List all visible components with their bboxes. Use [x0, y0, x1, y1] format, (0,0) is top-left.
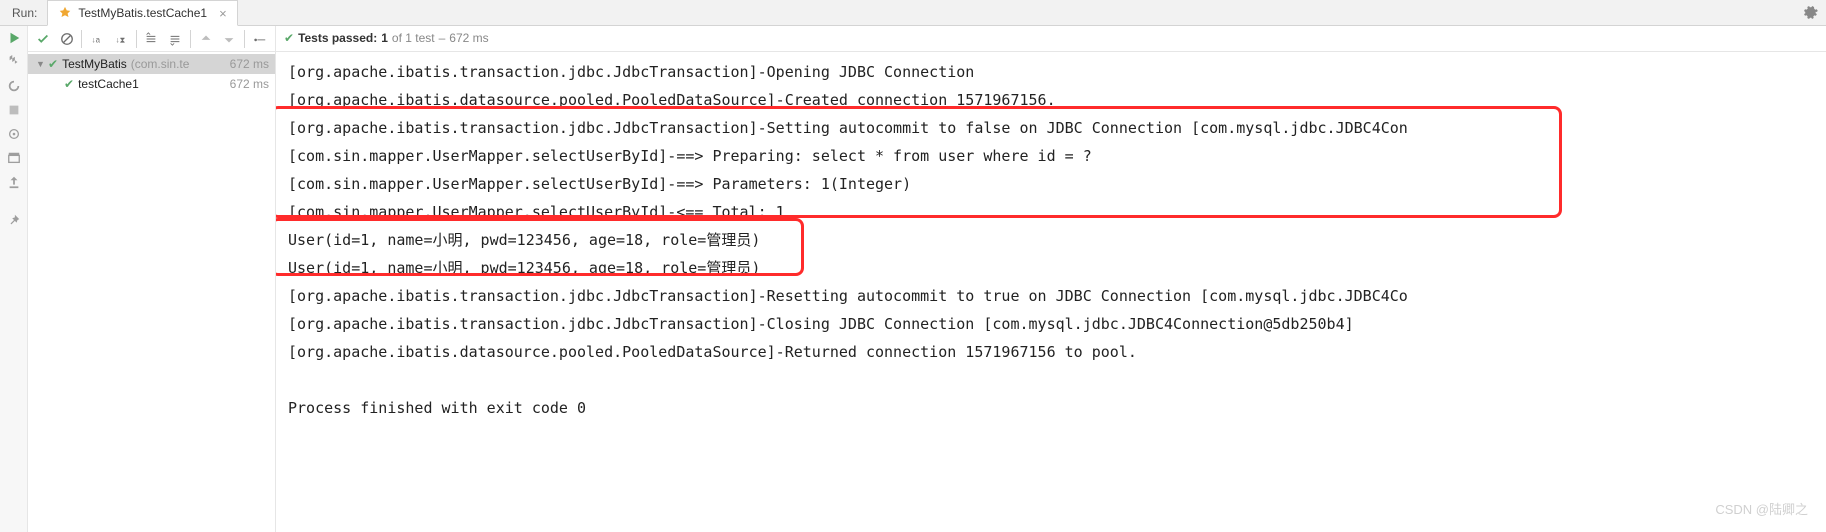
console-scroll[interactable]: [org.apache.ibatis.transaction.jdbc.Jdbc… [276, 52, 1826, 532]
console-line: [org.apache.ibatis.transaction.jdbc.Jdbc… [288, 58, 1814, 86]
dump-button[interactable] [6, 126, 22, 142]
tab-strip: Run: TestMyBatis.testCache1 × [0, 0, 1826, 26]
next-failed-button[interactable] [219, 28, 241, 50]
tree-child-time: 672 ms [230, 77, 269, 91]
test-tree[interactable]: ▼ ✔ TestMyBatis (com.sin.te 672 ms ✔ tes… [28, 52, 275, 532]
exit-line: Process finished with exit code 0 [288, 394, 1814, 422]
pass-icon: ✔ [284, 31, 294, 45]
tree-root-name: TestMyBatis [62, 57, 127, 71]
expand-all-button[interactable] [141, 28, 163, 50]
tree-child-row[interactable]: ✔ testCache1 672 ms [28, 74, 275, 94]
console-line: [com.sin.mapper.UserMapper.selectUserByI… [288, 198, 1814, 226]
console-line: [com.sin.mapper.UserMapper.selectUserByI… [288, 142, 1814, 170]
console-line: [org.apache.ibatis.transaction.jdbc.Jdbc… [288, 114, 1814, 142]
status-prefix: Tests passed: [298, 31, 377, 45]
status-time: 672 ms [449, 31, 488, 45]
tree-root-row[interactable]: ▼ ✔ TestMyBatis (com.sin.te 672 ms [28, 54, 275, 74]
console-line: [org.apache.ibatis.datasource.pooled.Poo… [288, 86, 1814, 114]
tree-toolbar: ↓a ↓⧗ [28, 26, 275, 52]
console-output[interactable]: [org.apache.ibatis.transaction.jdbc.Jdbc… [276, 52, 1826, 434]
tab-close-icon[interactable]: × [219, 6, 227, 21]
console-panel: ✔ Tests passed: 1 of 1 test – 672 ms [or… [276, 26, 1826, 532]
test-tree-panel: ↓a ↓⧗ ▼ ✔ TestMyBatis (com.sin.te 672 [28, 26, 276, 532]
tree-gear-button[interactable] [249, 28, 271, 50]
gear-icon[interactable] [1802, 4, 1818, 23]
status-count: 1 [381, 31, 388, 45]
prev-failed-button[interactable] [195, 28, 217, 50]
pass-icon: ✔ [48, 57, 58, 71]
run-label: Run: [0, 6, 47, 20]
console-line: [org.apache.ibatis.transaction.jdbc.Jdbc… [288, 310, 1814, 338]
status-dash: – [439, 31, 446, 45]
collapse-all-button[interactable] [164, 28, 186, 50]
show-ignored-button[interactable] [56, 28, 78, 50]
layout-button[interactable] [6, 150, 22, 166]
pass-icon: ✔ [64, 77, 74, 91]
sort-duration-button[interactable]: ↓⧗ [110, 28, 132, 50]
pin-button[interactable] [6, 212, 22, 228]
export-button[interactable] [6, 174, 22, 190]
sort-alpha-button[interactable]: ↓a [86, 28, 108, 50]
status-of: of 1 test [392, 31, 435, 45]
test-tab-icon [58, 6, 72, 20]
toggle-autotest-button[interactable] [6, 78, 22, 94]
console-line: User(id=1, name=小明, pwd=123456, age=18, … [288, 254, 1814, 282]
console-line: User(id=1, name=小明, pwd=123456, age=18, … [288, 226, 1814, 254]
tree-root-pkg: (com.sin.te [131, 57, 190, 71]
stop-button[interactable] [6, 102, 22, 118]
show-passed-button[interactable] [32, 28, 54, 50]
tree-child-name: testCache1 [78, 77, 139, 91]
svg-text:↓⧗: ↓⧗ [116, 35, 126, 44]
chevron-down-icon[interactable]: ▼ [36, 59, 46, 69]
svg-text:↓a: ↓a [92, 35, 101, 44]
console-line: [org.apache.ibatis.datasource.pooled.Poo… [288, 338, 1814, 366]
console-line: [org.apache.ibatis.transaction.jdbc.Jdbc… [288, 282, 1814, 310]
tree-root-time: 672 ms [230, 57, 269, 71]
rerun-button[interactable] [6, 30, 22, 46]
console-line: [com.sin.mapper.UserMapper.selectUserByI… [288, 170, 1814, 198]
tab-title: TestMyBatis.testCache1 [78, 6, 207, 20]
rerun-failed-button[interactable] [6, 54, 22, 70]
run-gutter [0, 26, 28, 532]
run-tab[interactable]: TestMyBatis.testCache1 × [47, 0, 237, 26]
